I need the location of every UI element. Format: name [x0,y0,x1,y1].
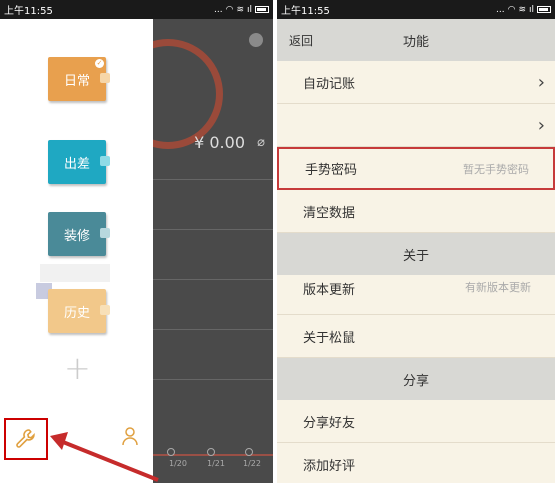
divider [153,229,273,230]
row-version-update[interactable]: 版本更新 有新版本更新 [277,275,555,315]
book-history[interactable]: 历史 [48,289,110,333]
book-label: 装修 [63,228,90,244]
row-label: 添加好评 [303,458,356,474]
row-label: 版本更新 [303,283,356,298]
row-share-friends[interactable]: 分享好友 [277,400,555,443]
status-bar: 上午11:55 ... ◠ ≋ ıl [0,0,273,19]
status-icons: ... ◠ ≋ ıl [496,5,551,15]
header-bar: 返回 功能 [277,19,555,61]
book-label: 出差 [63,156,90,172]
row-value: 有新版本更新 [465,281,531,294]
back-button[interactable]: 返回 [289,32,313,49]
left-phone-screen: 上午11:55 ... ◠ ≋ ıl ¥ 0.00 ⌀ 1/20 1/21 1/… [0,0,273,483]
row-add-review[interactable]: 添加好评 [277,443,555,483]
status-bar: 上午11:55 ... ◠ ≋ ıl [277,0,555,19]
section-header-about: 关于 [277,233,555,275]
row-clear-data[interactable]: 清空数据 [277,190,555,233]
book-label: 历史 [63,305,90,321]
row-unlabeled[interactable]: › [277,104,555,147]
book-label: 日常 [63,73,90,89]
divider [153,279,273,280]
row-value: 暂无手势密码 [463,162,529,176]
add-book-button[interactable]: + [64,349,91,387]
book-business-trip[interactable]: 出差 [48,140,110,184]
cell-signal-icon: ıl [528,4,534,15]
row-label: 自动记账 [303,76,356,92]
book-clasp [100,73,110,83]
blurred-region [40,264,110,282]
signal-dots: ... [213,4,223,15]
status-time: 上午11:55 [4,6,53,17]
row-label: 清空数据 [303,205,356,221]
account-book-drawer: 日常 ✓ 出差 装修 历史 + [0,19,153,483]
book-renovation[interactable]: 装修 [48,212,110,256]
headphone-icon: ◠ [507,4,516,15]
wrench-icon [16,429,35,448]
row-label: 关于松鼠 [303,330,356,346]
chevron-right-icon: › [537,71,545,93]
tag-icon: ⌀ [257,135,265,150]
settings-wrench-button[interactable] [4,418,48,460]
divider [153,379,273,380]
book-clasp [100,305,110,315]
book-clasp [100,156,110,166]
row-auto-bookkeeping[interactable]: 自动记账 › [277,61,555,104]
headphone-icon: ◠ [225,4,234,15]
battery-icon [537,6,551,13]
dimmed-main-screen: ¥ 0.00 ⌀ 1/20 1/21 1/22 [113,19,273,483]
book-clasp [100,228,110,238]
status-icons: ... ◠ ≋ ıl [214,5,269,15]
divider [153,179,273,180]
annotation-arrow [50,432,159,482]
settings-dot-icon [249,33,263,47]
battery-icon [255,6,269,13]
timeline-date: 1/21 [207,459,225,468]
timeline-node [167,448,175,456]
row-label: 分享好友 [303,415,356,431]
row-label: 手势密码 [305,163,358,178]
section-header-share: 分享 [277,358,555,400]
timeline-node [207,448,215,456]
page-title: 功能 [402,34,429,50]
screenshot-composite: 上午11:55 ... ◠ ≋ ıl ¥ 0.00 ⌀ 1/20 1/21 1/… [0,0,555,483]
signal-dots: ... [495,4,505,15]
chevron-right-icon: › [537,114,545,136]
status-time: 上午11:55 [281,6,330,17]
timeline-node [245,448,253,456]
timeline-date: 1/22 [243,459,261,468]
row-about-squirrel[interactable]: 关于松鼠 [277,315,555,358]
row-gesture-password[interactable]: 手势密码 暂无手势密码 [277,147,555,190]
wifi-icon: ≋ [236,4,244,15]
divider [153,329,273,330]
right-phone-screen: 上午11:55 ... ◠ ≋ ıl 返回 功能 自动记账 › › 手势密码 暂… [277,0,555,483]
timeline-date: 1/20 [169,459,187,468]
cell-signal-icon: ıl [246,4,252,15]
book-daily[interactable]: 日常 ✓ [48,57,110,101]
balance-amount: ¥ 0.00 [194,133,245,152]
check-icon: ✓ [95,59,104,68]
wifi-icon: ≋ [518,4,526,15]
